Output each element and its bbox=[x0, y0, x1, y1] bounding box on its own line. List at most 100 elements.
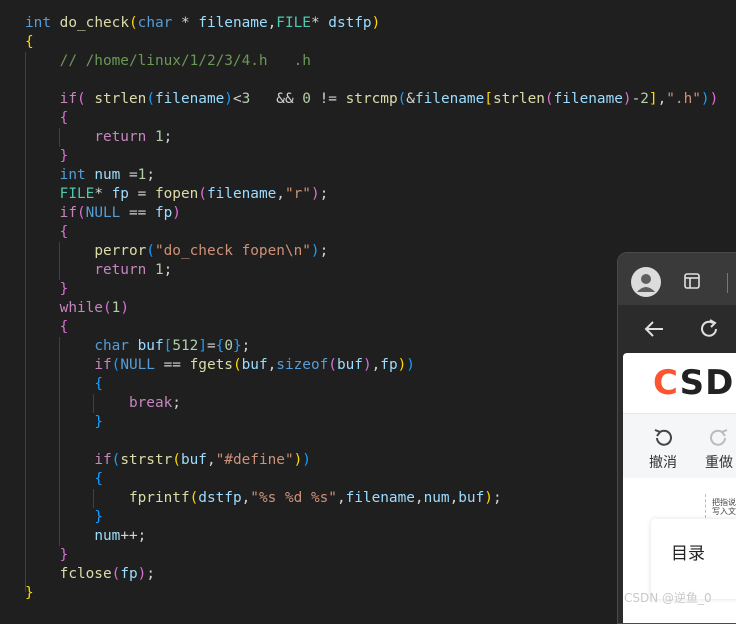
code-token: ; bbox=[172, 395, 181, 411]
code-token: "%s %d %s" bbox=[250, 490, 337, 506]
redo-button[interactable]: 重做 bbox=[697, 426, 736, 472]
code-line[interactable]: } bbox=[25, 147, 69, 166]
code-line[interactable]: } bbox=[25, 413, 103, 432]
code-token: , bbox=[267, 357, 277, 373]
code-token: ) bbox=[120, 300, 129, 316]
code-line[interactable]: } bbox=[25, 280, 69, 299]
code-token: ) bbox=[293, 452, 303, 468]
csdn-logo[interactable]: CSDN bbox=[653, 363, 736, 403]
code-token: } bbox=[94, 414, 103, 430]
code-token: * bbox=[310, 15, 329, 31]
back-arrow-icon[interactable] bbox=[642, 317, 666, 341]
code-token: filename bbox=[154, 91, 225, 107]
code-token: ) bbox=[622, 91, 632, 107]
code-line[interactable]: fprintf(dstfp,"%s %d %s",filename,num,bu… bbox=[25, 489, 502, 508]
code-line[interactable]: { bbox=[25, 470, 103, 489]
undo-button[interactable]: 撤消 bbox=[641, 426, 685, 472]
code-token: ) bbox=[310, 243, 320, 259]
code-token: { bbox=[59, 319, 69, 335]
code-token: fopen bbox=[154, 186, 199, 202]
code-token: } bbox=[94, 509, 103, 525]
code-line[interactable]: { bbox=[25, 375, 103, 394]
code-line[interactable]: fclose(fp); bbox=[25, 565, 155, 584]
code-line[interactable]: { bbox=[25, 109, 69, 128]
code-line[interactable]: if(NULL == fgets(buf,sizeof(buf),fp)) bbox=[25, 356, 415, 375]
code-token: ++; bbox=[120, 528, 147, 544]
code-token: ) bbox=[362, 357, 372, 373]
code-token: ; bbox=[241, 338, 251, 354]
code-token: fgets bbox=[189, 357, 233, 373]
code-token: ( bbox=[76, 205, 86, 221]
code-token: ) bbox=[700, 91, 710, 107]
code-token: NULL bbox=[85, 205, 121, 221]
code-token: , bbox=[267, 15, 277, 31]
code-token: ".h" bbox=[666, 91, 701, 107]
code-token: } bbox=[59, 148, 69, 164]
code-line[interactable]: } bbox=[25, 584, 34, 603]
reload-icon[interactable] bbox=[697, 317, 721, 341]
code-token: ) bbox=[406, 357, 415, 373]
code-token: strcmp bbox=[345, 91, 398, 107]
tab-bar bbox=[618, 253, 736, 305]
code-line[interactable]: char buf[512]={0}; bbox=[25, 337, 250, 356]
code-token: ) bbox=[397, 357, 407, 373]
code-line[interactable]: { bbox=[25, 223, 69, 242]
code-token: filename bbox=[345, 490, 415, 506]
code-line[interactable]: } bbox=[25, 546, 69, 565]
code-token: if bbox=[94, 357, 112, 373]
code-line[interactable]: if( strlen(filename)<3 && 0 != strcmp(&f… bbox=[25, 90, 719, 109]
browser-window: CSDN 撤消 重做 把指说 写入文 目录 CSDN @逆鱼_0 bbox=[617, 252, 736, 624]
tab-actions-icon[interactable] bbox=[684, 273, 700, 289]
code-token: fp bbox=[120, 566, 138, 582]
code-line[interactable]: if(NULL == fp) bbox=[25, 204, 181, 223]
code-line[interactable]: { bbox=[25, 318, 69, 337]
code-line[interactable]: return 1; bbox=[25, 261, 172, 280]
code-token: ( bbox=[172, 452, 181, 468]
code-token: char bbox=[137, 15, 173, 31]
code-token: num bbox=[94, 167, 121, 183]
logo-letter-c: C bbox=[653, 363, 680, 403]
code-line[interactable]: FILE* fp = fopen(filename,"r"); bbox=[25, 185, 329, 204]
code-token: == bbox=[120, 205, 155, 221]
navigation-bar bbox=[618, 306, 736, 350]
profile-avatar-icon[interactable] bbox=[631, 267, 661, 297]
code-line[interactable]: // /home/linux/1/2/3/4.h .h bbox=[25, 52, 311, 71]
code-token: buf bbox=[241, 357, 268, 373]
code-line[interactable]: int do_check(char * filename,FILE* dstfp… bbox=[25, 14, 380, 33]
code-line[interactable]: break; bbox=[25, 394, 181, 413]
code-line[interactable]: if(strstr(buf,"#define")) bbox=[25, 451, 311, 470]
code-line[interactable]: } bbox=[25, 508, 103, 527]
code-line[interactable]: perror("do_check fopen\n"); bbox=[25, 242, 328, 261]
code-line[interactable]: num++; bbox=[25, 527, 146, 546]
code-token: * bbox=[94, 186, 112, 202]
code-token: = bbox=[206, 338, 216, 354]
code-token: 512 bbox=[172, 338, 199, 354]
code-token: && bbox=[250, 91, 303, 107]
thumbnail-text: 写入文 bbox=[712, 507, 736, 516]
code-token: ( bbox=[397, 91, 407, 107]
code-token: perror bbox=[94, 243, 147, 259]
toc-title[interactable]: 目录 bbox=[671, 539, 705, 564]
code-token: dstfp bbox=[328, 15, 372, 31]
code-token: do_check bbox=[59, 15, 129, 31]
redo-icon bbox=[710, 429, 728, 446]
code-token: , bbox=[371, 357, 381, 373]
code-token: while bbox=[59, 300, 103, 316]
code-token: filename bbox=[206, 186, 277, 202]
code-token: ) bbox=[172, 205, 181, 221]
code-token: ; bbox=[163, 262, 173, 278]
code-token: if bbox=[59, 91, 77, 107]
code-token: != bbox=[310, 91, 346, 107]
code-line[interactable]: int num =1; bbox=[25, 166, 155, 185]
code-token: ; bbox=[319, 243, 329, 259]
code-line[interactable]: return 1; bbox=[25, 128, 172, 147]
code-line[interactable]: while(1) bbox=[25, 299, 129, 318]
code-line[interactable]: { bbox=[25, 33, 34, 52]
tab-separator bbox=[727, 273, 728, 293]
